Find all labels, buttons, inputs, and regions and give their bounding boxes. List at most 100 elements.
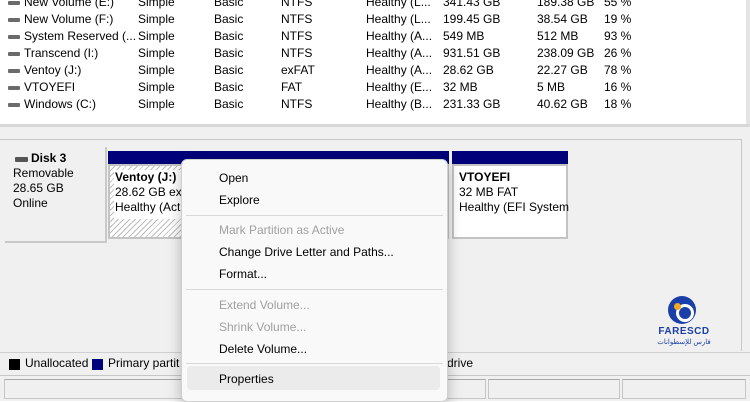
menu-separator <box>186 215 443 216</box>
volume-type: Basic <box>214 0 244 9</box>
volume-row[interactable]: VTOYEFI Simple Basic FAT Healthy (E... 3… <box>0 79 750 96</box>
farescd-logo: FARESCD فارس للإسطوانات <box>652 292 716 350</box>
volume-status: Healthy (A... <box>366 46 433 60</box>
volume-percent-free: 16 % <box>604 80 632 94</box>
graphical-view-scrollbar[interactable] <box>741 139 750 351</box>
volume-name: Ventoy (J:) <box>24 63 82 77</box>
volume-filesystem: NTFS <box>281 12 313 26</box>
volume-row[interactable]: Transcend (I:) Simple Basic NTFS Healthy… <box>0 45 750 62</box>
menu-separator <box>186 289 443 290</box>
volume-layout: Simple <box>138 29 175 43</box>
volume-layout: Simple <box>138 46 175 60</box>
legend-primary: Primary partit <box>108 356 180 370</box>
volume-type: Basic <box>214 12 244 26</box>
menu-item-format[interactable]: Format... <box>219 265 267 283</box>
volume-name: System Reserved (... <box>24 29 137 43</box>
volume-filesystem: NTFS <box>281 0 313 9</box>
volume-free-space: 512 MB <box>537 29 579 43</box>
volume-free-space: 38.54 GB <box>537 12 588 26</box>
volume-icon <box>8 1 20 5</box>
volume-percent-free: 18 % <box>604 97 632 111</box>
volume-row[interactable]: New Volume (F:) Simple Basic NTFS Health… <box>0 11 750 28</box>
volume-filesystem: FAT <box>281 80 303 94</box>
volume-layout: Simple <box>138 0 175 9</box>
pane-gap <box>0 127 750 139</box>
volume-icon <box>8 18 20 22</box>
menu-item-properties[interactable]: Properties <box>219 370 274 388</box>
volume-filesystem: NTFS <box>281 97 313 111</box>
menu-item-open[interactable]: Open <box>219 169 248 187</box>
menu-item-change-drive-letter[interactable]: Change Drive Letter and Paths... <box>219 243 394 261</box>
disk-3-label[interactable]: Disk 3 Removable 28.65 GB Online <box>5 147 107 243</box>
volume-capacity: 549 MB <box>443 29 485 43</box>
volume-percent-free: 19 % <box>604 12 632 26</box>
volume-percent-free: 26 % <box>604 46 632 60</box>
volume-list-scrollbar[interactable] <box>746 0 750 124</box>
volume-capacity: 199.45 GB <box>443 12 501 26</box>
volume-percent-free: 93 % <box>604 29 632 43</box>
volume-name: New Volume (F:) <box>24 12 114 26</box>
vtoyefi-partition-header[interactable] <box>452 151 568 164</box>
vtoyefi-partition[interactable]: VTOYEFI 32 MB FAT Healthy (EFI System <box>452 164 570 239</box>
disk-state: Online <box>13 196 48 210</box>
menu-item-explore[interactable]: Explore <box>219 191 260 209</box>
volume-icon <box>8 69 20 73</box>
disk-title: Disk 3 <box>31 151 67 165</box>
volume-row[interactable]: Windows (C:) Simple Basic NTFS Healthy (… <box>0 96 750 113</box>
volume-type: Basic <box>214 80 244 94</box>
volume-type: Basic <box>214 29 244 43</box>
volume-free-space: 22.27 GB <box>537 63 588 77</box>
ventoy-partition-name: Ventoy (J:) <box>115 170 177 184</box>
volume-list[interactable]: New Volume (E:) Simple Basic NTFS Health… <box>0 0 750 126</box>
menu-item-mark-active[interactable]: Mark Partition as Active <box>219 221 344 239</box>
menu-item-delete-volume[interactable]: Delete Volume... <box>219 340 307 358</box>
volume-icon <box>8 86 20 90</box>
logo-dot-icon <box>674 303 681 310</box>
vtoyefi-partition-size: 32 MB FAT <box>459 185 519 199</box>
volume-free-space: 40.62 GB <box>537 97 588 111</box>
legend-unallocated: Unallocated <box>25 356 89 370</box>
volume-name: Windows (C:) <box>24 97 97 111</box>
volume-filesystem: exFAT <box>281 63 315 77</box>
logo-name: FARESCD <box>658 326 710 337</box>
volume-type: Basic <box>214 63 244 77</box>
volume-row[interactable]: New Volume (E:) Simple Basic NTFS Health… <box>0 0 750 11</box>
volume-capacity: 231.33 GB <box>443 97 501 111</box>
volume-layout: Simple <box>138 63 175 77</box>
volume-row[interactable]: System Reserved (... Simple Basic NTFS H… <box>0 28 750 45</box>
unallocated-swatch <box>9 359 20 370</box>
ventoy-partition-size: 28.62 GB exF <box>115 185 190 199</box>
volume-status: Healthy (L... <box>366 12 431 26</box>
volume-layout: Simple <box>138 80 175 94</box>
volume-row[interactable]: Ventoy (J:) Simple Basic exFAT Healthy (… <box>0 62 750 79</box>
volume-icon <box>8 103 20 107</box>
volume-percent-free: 55 % <box>604 0 632 9</box>
volume-icon <box>8 52 20 56</box>
volume-capacity: 931.51 GB <box>443 46 501 60</box>
ventoy-partition-health: Healthy (Act <box>115 200 181 214</box>
vtoyefi-partition-name: VTOYEFI <box>459 170 511 184</box>
volume-free-space: 189.38 GB <box>537 0 595 9</box>
context-menu: Open Explore Mark Partition as Active Ch… <box>181 159 448 402</box>
volume-status: Healthy (A... <box>366 29 433 43</box>
status-segment <box>622 379 746 399</box>
volume-name: New Volume (E:) <box>24 0 115 9</box>
logo-subtitle: فارس للإسطوانات <box>657 339 711 346</box>
disk-size: 28.65 GB <box>13 181 64 195</box>
vtoyefi-partition-health: Healthy (EFI System <box>459 200 570 214</box>
volume-free-space: 5 MB <box>537 80 566 94</box>
volume-type: Basic <box>214 97 244 111</box>
menu-item-extend-volume[interactable]: Extend Volume... <box>219 296 310 314</box>
menu-separator <box>186 363 443 364</box>
volume-name: VTOYEFI <box>24 80 76 94</box>
volume-status: Healthy (A... <box>366 63 433 77</box>
disk-kind: Removable <box>13 166 74 180</box>
disk-icon <box>15 157 28 162</box>
volume-name: Transcend (I:) <box>24 46 99 60</box>
volume-layout: Simple <box>138 12 175 26</box>
menu-item-shrink-volume[interactable]: Shrink Volume... <box>219 318 306 336</box>
status-segment <box>488 379 620 399</box>
volume-status: Healthy (B... <box>366 97 433 111</box>
volume-capacity: 32 MB <box>443 80 478 94</box>
volume-status: Healthy (L... <box>366 0 431 9</box>
